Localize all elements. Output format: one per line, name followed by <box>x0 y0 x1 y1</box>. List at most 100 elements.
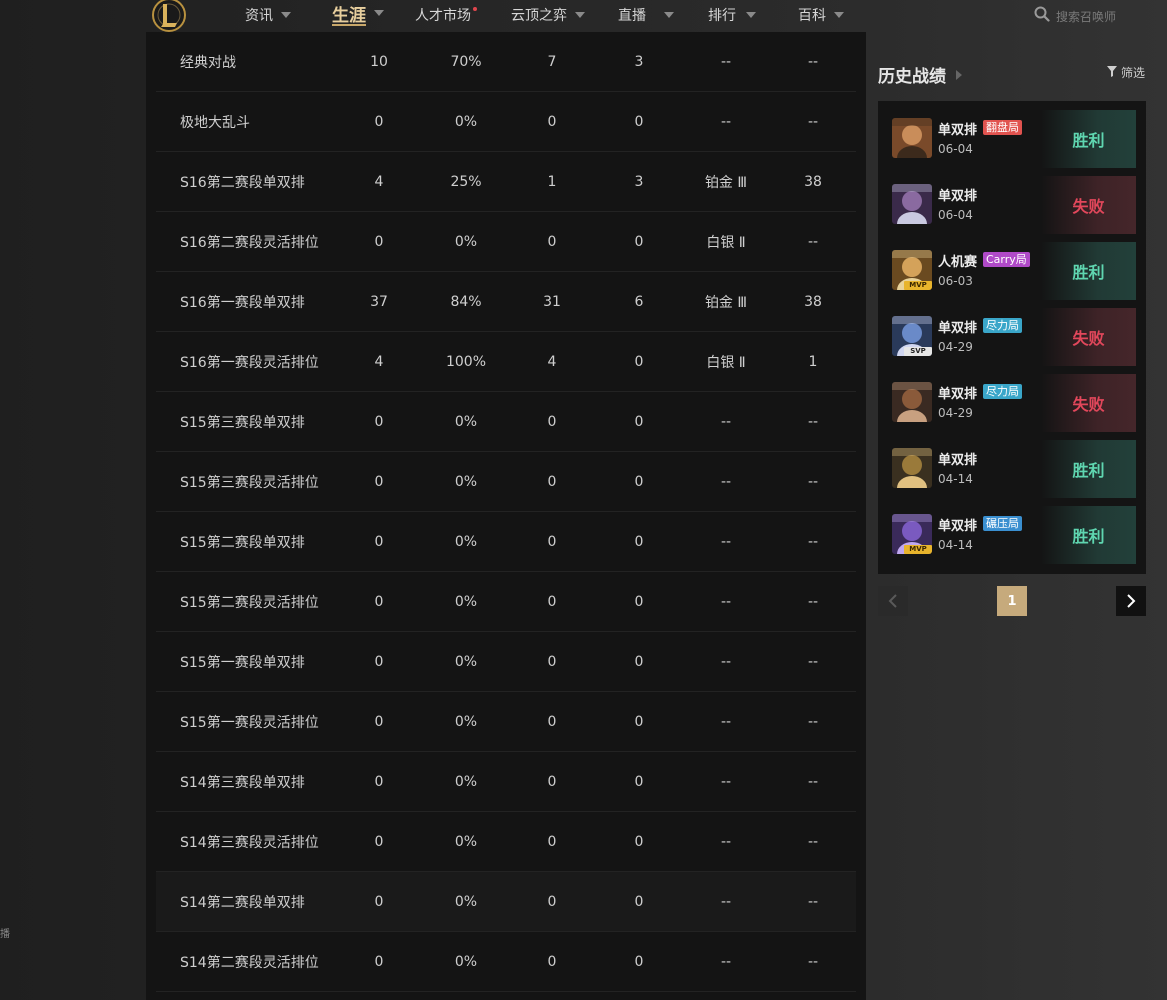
cell-season-name: S16第一赛段单双排 <box>180 294 305 311</box>
champion-avatar: MVP <box>892 250 932 290</box>
page-number-button[interactable]: 1 <box>997 586 1027 616</box>
cell-rank: 铂金 Ⅲ <box>704 294 748 311</box>
cell-win-rate: 0% <box>454 653 478 670</box>
cell-league-points: -- <box>807 713 819 730</box>
match-result: 失败 <box>1041 308 1136 366</box>
cell-losses: 0 <box>634 953 644 970</box>
cell-rank: -- <box>720 653 732 670</box>
cell-league-points: 1 <box>808 353 818 370</box>
cell-wins: 0 <box>547 773 557 790</box>
next-page-button[interactable] <box>1116 586 1146 616</box>
nav-item-tft[interactable]: 云顶之弈 <box>511 5 585 25</box>
cell-win-rate: 0% <box>454 413 478 430</box>
match-item[interactable]: 单双排 04-14 胜利 <box>887 440 1136 498</box>
cell-losses: 6 <box>634 293 644 310</box>
table-row: S15第二赛段单双排 0 0% 0 0 -- -- <box>156 512 856 572</box>
cell-season-name: S15第一赛段单双排 <box>180 654 305 671</box>
cell-games-played: 0 <box>374 533 384 550</box>
champion-avatar <box>892 118 932 158</box>
cell-wins: 1 <box>547 173 557 190</box>
cell-season-name: S14第二赛段灵活排位 <box>180 954 319 971</box>
cell-league-points: -- <box>807 533 819 550</box>
cell-win-rate: 0% <box>454 893 478 910</box>
game-mode: 单双排 <box>938 123 978 138</box>
cell-wins: 0 <box>547 233 557 250</box>
table-row: S14第三赛段单双排 0 0% 0 0 -- -- <box>156 752 856 812</box>
cell-rank: 白银 Ⅱ <box>706 234 746 251</box>
chevron-right-icon <box>956 69 962 80</box>
search-box[interactable]: 搜索召唤师 <box>1034 6 1116 26</box>
cell-wins: 0 <box>547 413 557 430</box>
search-icon[interactable] <box>1034 6 1050 26</box>
cell-league-points: -- <box>807 233 819 250</box>
cell-rank: -- <box>720 713 732 730</box>
cell-league-points: -- <box>807 833 819 850</box>
cell-season-name: S15第三赛段单双排 <box>180 414 305 431</box>
cell-losses: 0 <box>634 413 644 430</box>
match-tag: 尽力局 <box>983 318 1022 333</box>
top-nav: 资讯 生涯 人才市场 云顶之弈 直播 排行 百科 搜索召唤师 <box>0 0 1167 32</box>
lol-logo-icon[interactable] <box>150 0 188 34</box>
prev-page-button[interactable] <box>878 586 908 616</box>
cell-win-rate: 70% <box>450 53 482 70</box>
nav-item-ranking[interactable]: 排行 <box>708 5 756 25</box>
cell-win-rate: 0% <box>454 833 478 850</box>
cell-games-played: 0 <box>374 953 384 970</box>
cell-games-played: 10 <box>370 53 388 70</box>
cell-losses: 0 <box>634 533 644 550</box>
match-item[interactable]: 单双排 06-04 失败 <box>887 176 1136 234</box>
cell-league-points: -- <box>807 473 819 490</box>
chevron-down-icon <box>575 12 585 18</box>
chevron-right-icon <box>1127 594 1136 608</box>
cell-games-played: 0 <box>374 233 384 250</box>
game-mode: 单双排 <box>938 387 978 402</box>
match-item[interactable]: 单双排 翻盘局 06-04 胜利 <box>887 110 1136 168</box>
cell-league-points: -- <box>807 953 819 970</box>
cell-rank: -- <box>720 593 732 610</box>
champion-avatar <box>892 382 932 422</box>
history-title[interactable]: 历史战绩 <box>878 62 962 87</box>
cell-losses: 0 <box>634 353 644 370</box>
cell-rank: -- <box>720 413 732 430</box>
nav-item-live[interactable]: 直播 <box>618 5 674 25</box>
nav-item-label: 百科 <box>798 8 826 24</box>
chevron-down-icon <box>374 10 384 16</box>
match-item[interactable]: MVP 人机赛 Carry局 06-03 胜利 <box>887 242 1136 300</box>
match-result: 胜利 <box>1041 440 1136 498</box>
cell-wins: 0 <box>547 593 557 610</box>
cell-games-played: 4 <box>374 173 384 190</box>
chevron-down-icon <box>281 12 291 18</box>
cell-rank: 铂金 Ⅲ <box>704 174 748 191</box>
nav-item-news[interactable]: 资讯 <box>245 5 291 25</box>
table-row: S16第二赛段灵活排位 0 0% 0 0 白银 Ⅱ -- <box>156 212 856 272</box>
cell-season-name: S15第二赛段单双排 <box>180 534 305 551</box>
nav-item-label: 人才市场 <box>415 8 471 24</box>
cell-rank: -- <box>720 953 732 970</box>
match-date: 06-03 <box>938 274 973 288</box>
match-result: 胜利 <box>1041 110 1136 168</box>
mvp-badge: MVP <box>904 281 932 290</box>
cell-games-played: 0 <box>374 653 384 670</box>
cell-season-name: S16第二赛段灵活排位 <box>180 234 319 251</box>
cell-losses: 3 <box>634 53 644 70</box>
nav-item-career[interactable]: 生涯 <box>332 3 384 26</box>
nav-item-wiki[interactable]: 百科 <box>798 5 844 25</box>
filter-button[interactable]: 筛选 <box>1107 64 1145 81</box>
nav-item-talent-market[interactable]: 人才市场 <box>415 5 477 25</box>
cell-win-rate: 0% <box>454 953 478 970</box>
match-item[interactable]: 单双排 尽力局 04-29 失败 <box>887 374 1136 432</box>
match-item[interactable]: SVP 单双排 尽力局 04-29 失败 <box>887 308 1136 366</box>
search-input[interactable]: 搜索召唤师 <box>1056 8 1116 25</box>
cell-league-points: 38 <box>804 293 822 310</box>
cell-games-played: 0 <box>374 113 384 130</box>
cell-wins: 0 <box>547 473 557 490</box>
match-result: 失败 <box>1041 176 1136 234</box>
cell-games-played: 0 <box>374 473 384 490</box>
cell-rank: -- <box>720 473 732 490</box>
match-tag: 翻盘局 <box>983 120 1022 135</box>
table-row: S14第三赛段灵活排位 0 0% 0 0 -- -- <box>156 812 856 872</box>
cell-rank: 白银 Ⅱ <box>706 354 746 371</box>
match-item[interactable]: MVP 单双排 碾压局 04-14 胜利 <box>887 506 1136 564</box>
cell-season-name: S16第一赛段灵活排位 <box>180 354 319 371</box>
nav-item-label: 资讯 <box>245 8 273 24</box>
